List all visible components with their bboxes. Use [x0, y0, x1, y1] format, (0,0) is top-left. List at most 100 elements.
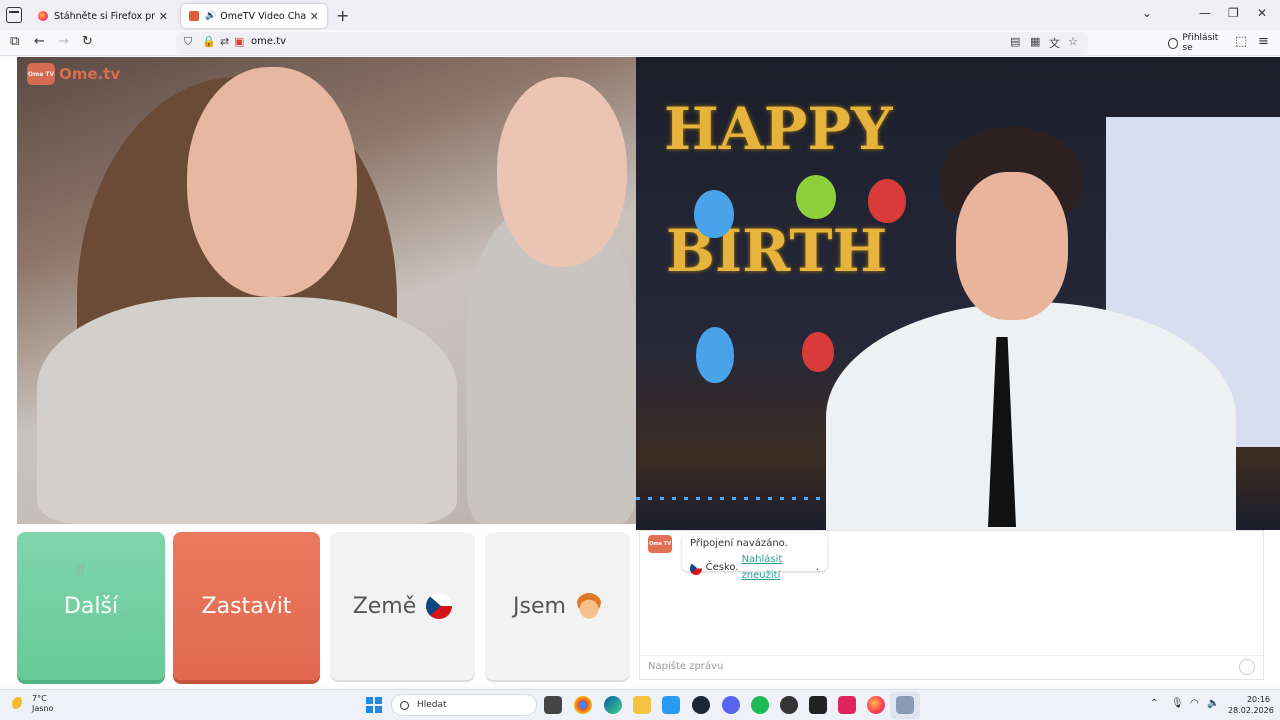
search-label: Hledat: [417, 700, 447, 710]
tab-firefox-android[interactable]: Stáhněte si Firefox pro Android ✕: [30, 4, 176, 28]
close-tab-icon[interactable]: ✕: [310, 10, 319, 23]
next-button[interactable]: Další: [17, 532, 165, 680]
browser-tabstrip: Stáhněte si Firefox pro Android ✕ 🔊 OmeT…: [0, 0, 1280, 30]
tab-title: OmeTV Video Chat — Ome: [220, 10, 306, 22]
tab-title: Stáhněte si Firefox pro Android: [54, 10, 155, 22]
firefox-icon: [38, 11, 48, 21]
signin-button[interactable]: Přihlásit se: [1164, 33, 1228, 53]
ometv-favicon: [189, 11, 199, 21]
new-tab-icon[interactable]: +: [336, 6, 349, 25]
chat-message-input[interactable]: Napište zprávu: [640, 655, 1263, 679]
translate-icon[interactable]: 文: [1049, 35, 1060, 51]
lock-icon[interactable]: 🔒: [202, 35, 216, 48]
navigation-bar: ⧉ ← → ↻ ⛉ 🔒 ⇄ ▣ ome.tv ▤ ▦ 文 ☆ Přihlásit…: [0, 30, 1280, 56]
windows-start-icon[interactable]: [366, 697, 382, 713]
chevron-down-icon[interactable]: ⌄: [1142, 6, 1152, 20]
stop-button[interactable]: Zastavit: [173, 532, 320, 680]
weather-temp: 7°C: [32, 694, 47, 703]
discord-icon[interactable]: [722, 696, 740, 714]
partner-country: Česko.: [705, 562, 739, 573]
system-clock[interactable]: 20:16 28.02.2026: [1228, 694, 1274, 716]
video-figure: [826, 302, 1236, 530]
sidebar-icon[interactable]: ⧉: [10, 34, 19, 49]
spotify-icon[interactable]: [751, 696, 769, 714]
windows-taskbar: 7°C Jasno Hledat ⌃ 🎙 ◠ 🔈 20:16 28.02.202…: [0, 689, 1280, 720]
weather-widget[interactable]: 7°C Jasno: [12, 694, 53, 714]
restore-icon[interactable]: ❐: [1228, 6, 1239, 20]
reload-icon[interactable]: ↻: [82, 34, 93, 49]
task-view-icon[interactable]: [544, 696, 562, 714]
steam-icon[interactable]: [692, 696, 710, 714]
chat-panel: Ome TV Připojení navázáno. Česko. Nahlás…: [639, 530, 1264, 680]
edge-icon[interactable]: [604, 696, 622, 714]
settings-gear-icon[interactable]: [896, 696, 914, 714]
video-decoration: HAPPY: [664, 95, 893, 163]
video-decoration: [868, 179, 906, 223]
stranger-video: Ome TV Ome.tv: [17, 57, 636, 524]
clock-date: 28.02.2026: [1228, 706, 1274, 715]
minimize-icon[interactable]: —: [1199, 6, 1211, 20]
country-selector[interactable]: Země: [330, 532, 475, 680]
picture-in-picture-icon[interactable]: ▤: [1010, 35, 1020, 48]
wifi-icon[interactable]: ◠: [1190, 698, 1199, 709]
forward-icon[interactable]: →: [58, 34, 69, 49]
menu-icon[interactable]: ≡: [1258, 34, 1269, 49]
url-text[interactable]: ome.tv: [251, 36, 286, 47]
gender-selector[interactable]: Jsem: [485, 532, 630, 680]
address-bar[interactable]: ⛉ 🔒 ⇄ ▣ ome.tv ▤ ▦ 文 ☆: [176, 32, 1088, 54]
country-label: Země: [352, 593, 417, 619]
report-abuse-link[interactable]: Nahlásit zneužití: [742, 552, 816, 584]
video-decoration: [802, 332, 834, 372]
logo-word: Ome.tv: [59, 65, 121, 83]
taskbar-search[interactable]: Hledat: [391, 694, 537, 716]
video-decoration: [694, 190, 734, 238]
speaker-icon[interactable]: 🔊: [205, 11, 216, 21]
hand-cursor-icon: ☝: [76, 562, 85, 578]
back-icon[interactable]: ←: [34, 34, 45, 49]
message-line: Česko. Nahlásit zneužití.: [690, 552, 819, 584]
permissions-icon[interactable]: ⇄: [220, 35, 229, 48]
firefox-icon[interactable]: [867, 696, 885, 714]
video-figure: [497, 77, 627, 267]
ometv-avatar: Ome TV: [648, 535, 672, 553]
notepad-icon[interactable]: [662, 696, 680, 714]
chevron-up-icon[interactable]: ⌃: [1150, 698, 1158, 709]
ometv-page: Ome TV Ome.tv HAPPY BIRTH Další Zastavit…: [0, 57, 1280, 687]
chrome-icon[interactable]: [574, 696, 592, 714]
weather-desc: Jasno: [32, 704, 54, 713]
video-figure: [187, 67, 357, 297]
search-icon: [400, 700, 409, 710]
stop-label: Zastavit: [201, 593, 292, 619]
tab-ometv[interactable]: 🔊 OmeTV Video Chat — Ome ✕: [181, 4, 327, 28]
camera-icon[interactable]: ▣: [234, 35, 244, 48]
microphone-icon[interactable]: 🎙: [1171, 698, 1184, 709]
close-tab-icon[interactable]: ✕: [159, 10, 168, 23]
next-label: Další: [63, 593, 119, 619]
emoji-icon[interactable]: [1239, 659, 1255, 675]
reader-view-icon[interactable]: ▦: [1030, 35, 1040, 48]
shield-icon[interactable]: ⛉: [184, 35, 192, 49]
tab-list-icon[interactable]: [6, 7, 22, 23]
bookmark-star-icon[interactable]: ☆: [1068, 35, 1078, 48]
ometv-logo: Ome TV Ome.tv: [27, 63, 120, 85]
connection-status: Připojení navázáno.: [690, 538, 788, 549]
moon-icon: [12, 697, 26, 711]
tiktok-icon[interactable]: [838, 696, 856, 714]
chat-input-placeholder: Napište zprávu: [648, 661, 724, 672]
gender-label: Jsem: [513, 593, 566, 619]
self-video: HAPPY BIRTH: [636, 57, 1280, 530]
video-decoration: [696, 327, 734, 383]
system-message: Připojení navázáno. Česko. Nahlásit zneu…: [682, 533, 827, 581]
obs-icon[interactable]: [780, 696, 798, 714]
close-window-icon[interactable]: ✕: [1257, 6, 1267, 20]
video-decoration: [796, 175, 836, 219]
volume-icon[interactable]: 🔈: [1207, 698, 1219, 709]
capcut-icon[interactable]: [809, 696, 827, 714]
czech-flag-icon: [690, 561, 702, 575]
tv-icon: Ome TV: [27, 63, 55, 85]
extensions-icon[interactable]: ⬚: [1235, 34, 1247, 49]
account-icon: [1168, 37, 1179, 49]
file-explorer-icon[interactable]: [633, 696, 651, 714]
signin-label: Přihlásit se: [1182, 33, 1219, 53]
video-figure: [37, 297, 457, 524]
